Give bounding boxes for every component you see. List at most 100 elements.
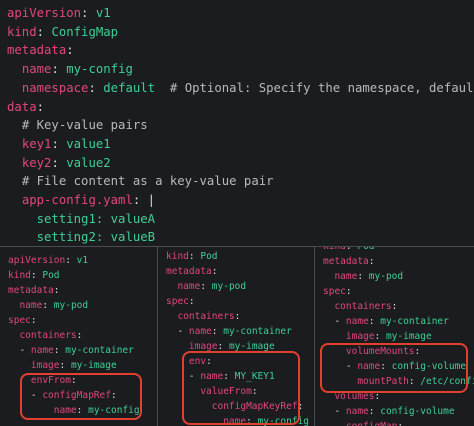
yaml-punctuation: - [8, 345, 31, 356]
yaml-punctuation [7, 156, 22, 170]
yaml-value: my-image [70, 360, 117, 371]
yaml-punctuation [155, 81, 170, 95]
yaml-punctuation: : [397, 421, 403, 426]
yaml-punctuation [166, 341, 189, 352]
pod-volume-code-block: kind: Podmetadata: name: my-podspec: con… [315, 247, 474, 426]
code-line: name: my-pod [166, 279, 314, 294]
yaml-punctuation: : [234, 311, 241, 322]
yaml-punctuation: - [166, 326, 189, 337]
yaml-punctuation: : [36, 99, 45, 114]
yaml-key: apiVersion [7, 6, 82, 20]
yaml-punctuation: : [42, 300, 54, 311]
yaml-punctuation: : [30, 270, 43, 281]
yaml-punctuation: : [66, 43, 74, 58]
yaml-punctuation [7, 212, 37, 226]
volume-mounts-highlight [320, 343, 468, 393]
code-line: setting2: valueB [7, 228, 474, 246]
yaml-punctuation: - [323, 406, 346, 417]
yaml-key: metadata [166, 266, 212, 277]
yaml-key: kind [8, 270, 31, 281]
yaml-punctuation: : [346, 247, 357, 252]
code-line: kind: Pod [8, 268, 157, 283]
yaml-value: v1 [76, 255, 89, 266]
yaml-value: Pod [42, 270, 60, 281]
yaml-value: ConfigMap [51, 24, 119, 39]
yaml-key: containers [334, 301, 392, 312]
code-line: spec: [8, 313, 157, 328]
yaml-punctuation [8, 360, 31, 371]
yaml-punctuation [8, 300, 19, 311]
yaml-punctuation [7, 137, 22, 151]
yaml-punctuation: : [188, 251, 201, 262]
yaml-comment: # Key-value pairs [21, 118, 148, 133]
yaml-value: my-container [380, 316, 449, 327]
yaml-key: kind [166, 251, 189, 262]
yaml-punctuation: : [368, 406, 381, 417]
yaml-value: my-container [65, 345, 134, 356]
yaml-punctuation: : [357, 271, 369, 282]
code-line: apiVersion: v1 [8, 253, 157, 268]
yaml-punctuation: - [323, 316, 346, 327]
yaml-key: key1 [21, 136, 52, 151]
code-line: kind: Pod [166, 249, 314, 264]
yaml-key: name [30, 345, 54, 356]
yaml-punctuation: : | [132, 193, 156, 208]
yaml-punctuation: : [30, 315, 37, 326]
code-line: metadata: [166, 264, 314, 279]
yaml-value: value1 [66, 136, 111, 151]
code-line: # File content as a key-value pair [7, 172, 474, 191]
code-line: key2: value2 [7, 154, 474, 173]
yaml-punctuation: : [200, 281, 212, 292]
yaml-key: key2 [21, 155, 52, 170]
pod-volume-code-panel: kind: Podmetadata: name: my-podspec: con… [315, 247, 474, 426]
code-line: - name: my-container [323, 314, 474, 329]
yaml-key: kind [7, 24, 37, 39]
yaml-key: spec [323, 286, 346, 297]
yaml-punctuation: : [374, 331, 386, 342]
yaml-key: metadata [7, 43, 67, 58]
yaml-key: data [7, 99, 37, 114]
code-line: name: my-pod [8, 298, 157, 313]
yaml-value: my-pod [53, 300, 89, 311]
yaml-key: name [21, 62, 52, 77]
yaml-key: image [30, 360, 60, 371]
yaml-key: spec [166, 296, 189, 307]
yaml-value: my-image [385, 331, 432, 342]
code-line: containers: [166, 309, 314, 324]
yaml-punctuation [323, 421, 346, 426]
code-line: image: my-image [323, 329, 474, 344]
yaml-key: configMap [346, 421, 397, 426]
envfrom-highlight [20, 373, 142, 420]
yaml-key: spec [8, 315, 31, 326]
yaml-key: image [345, 331, 375, 342]
code-line: containers: [323, 299, 474, 314]
yaml-punctuation: : [53, 345, 66, 356]
yaml-value: v1 [95, 6, 111, 20]
code-line: name: my-config [7, 60, 474, 79]
yaml-comment: # File content as a key-value pair [21, 174, 274, 189]
code-line: metadata: [323, 254, 474, 269]
yaml-key: name [177, 281, 201, 292]
yaml-punctuation [7, 62, 22, 76]
yaml-punctuation [166, 311, 177, 322]
code-line: key1: value1 [7, 135, 474, 154]
code-line: metadata: [7, 41, 474, 60]
pod-env-code-panel: kind: Pod metadata: name: my-pod spec: con… [158, 247, 314, 426]
yaml-punctuation: : [88, 80, 104, 95]
yaml-value: my-pod [368, 271, 404, 282]
code-line: apiVersion: v1 [7, 4, 474, 23]
code-line: data: [7, 98, 474, 117]
yaml-value: Pod [200, 251, 218, 262]
yaml-value: config-volume [380, 406, 455, 417]
yaml-punctuation [166, 281, 177, 292]
yaml-key: app-config.yaml [21, 193, 133, 208]
yaml-punctuation: : [51, 155, 67, 170]
screenshot: apiVersion: v1 kind: ConfigMap metadata: n… [0, 0, 474, 426]
code-line: # Key-value pairs [7, 116, 474, 135]
code-line: name: my-pod [323, 269, 474, 284]
yaml-key: apiVersion [8, 255, 66, 266]
yaml-punctuation [8, 330, 19, 341]
code-line: metadata: [8, 283, 157, 298]
code-line: - name: my-container [8, 343, 157, 358]
code-line: spec: [323, 284, 474, 299]
